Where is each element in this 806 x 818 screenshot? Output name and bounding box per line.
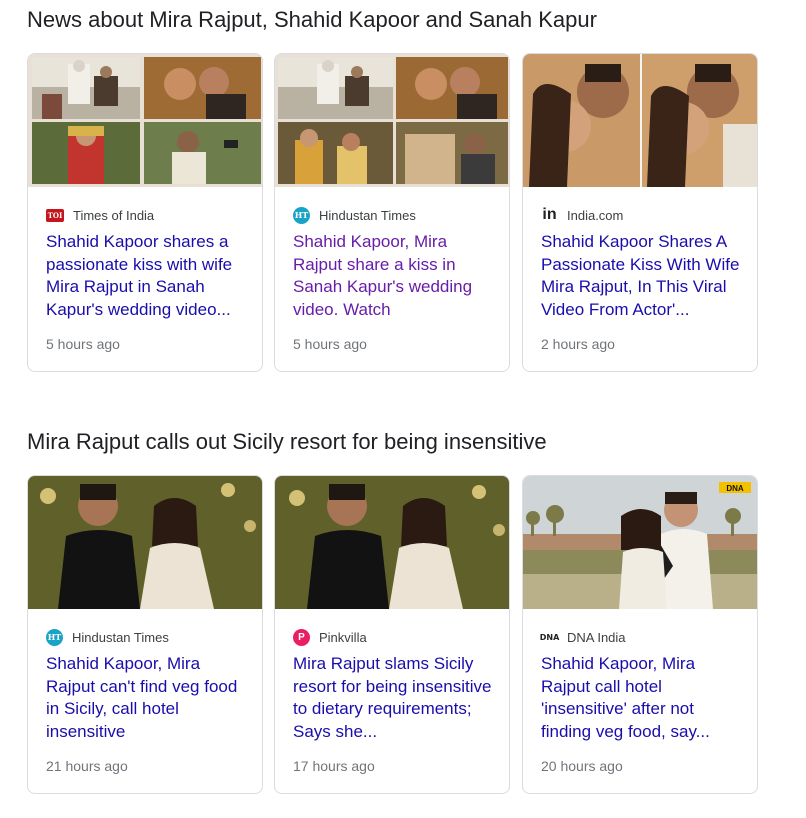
news-thumbnail [28, 476, 262, 609]
section-title: Mira Rajput calls out Sicily resort for … [27, 429, 547, 454]
news-timestamp: 17 hours ago [293, 758, 375, 774]
news-thumbnail-collage [275, 54, 509, 187]
news-timestamp: 5 hours ago [46, 336, 120, 352]
news-source: in India.com [541, 206, 623, 224]
news-source: TOI Times of India [46, 206, 154, 224]
news-headline-link[interactable]: Shahid Kapoor Shares A Passionate Kiss W… [541, 231, 747, 321]
news-headline-link[interactable]: Shahid Kapoor, Mira Rajput can't find ve… [46, 653, 252, 743]
news-headline-link[interactable]: Shahid Kapoor, Mira Rajput share a kiss … [293, 231, 499, 321]
hindustan-times-icon: HT [293, 206, 310, 224]
news-card[interactable]: HT Hindustan Times Shahid Kapoor, Mira R… [27, 475, 263, 794]
source-name: India.com [567, 207, 624, 223]
india-com-icon: in [542, 206, 557, 223]
news-timestamp: 21 hours ago [46, 758, 128, 774]
news-card[interactable]: HT Hindustan Times Shahid Kapoor, Mira R… [274, 53, 510, 372]
news-thumbnail [523, 54, 757, 187]
source-name: DNA India [567, 629, 626, 645]
section-title: News about Mira Rajput, Shahid Kapoor an… [27, 7, 597, 32]
hindustan-times-icon: HT [46, 628, 63, 646]
news-source: DNA DNA India [539, 628, 626, 646]
news-timestamp: 20 hours ago [541, 758, 623, 774]
news-source: HT Hindustan Times [293, 206, 416, 224]
news-card[interactable]: TOI Times of India Shahid Kapoor shares … [27, 53, 263, 372]
news-thumbnail [275, 476, 509, 609]
source-name: Times of India [73, 207, 155, 223]
news-card[interactable]: P Pinkvilla Mira Rajput slams Sicily res… [274, 475, 510, 794]
pinkvilla-icon: P [293, 628, 310, 646]
news-card[interactable]: DNA DNA DNA India Shahid Kapoor, Mira Ra… [522, 475, 758, 794]
news-thumbnail-collage [28, 54, 262, 187]
news-timestamp: 5 hours ago [293, 336, 367, 352]
news-timestamp: 2 hours ago [541, 336, 615, 352]
news-thumbnail: DNA [523, 476, 757, 609]
source-name: Hindustan Times [319, 207, 416, 223]
times-of-india-icon: TOI [46, 208, 64, 222]
dna-india-icon: DNA [539, 632, 560, 642]
source-name: Pinkvilla [319, 629, 367, 645]
news-source: P Pinkvilla [293, 628, 367, 646]
dna-badge-label: DNA [726, 484, 744, 493]
news-headline-link[interactable]: Shahid Kapoor, Mira Rajput call hotel 'i… [541, 653, 747, 743]
news-headline-link[interactable]: Mira Rajput slams Sicily resort for bein… [293, 653, 499, 743]
news-card[interactable]: in India.com Shahid Kapoor Shares A Pass… [522, 53, 758, 372]
source-name: Hindustan Times [72, 629, 169, 645]
news-headline-link[interactable]: Shahid Kapoor shares a passionate kiss w… [46, 231, 252, 321]
news-source: HT Hindustan Times [46, 628, 169, 646]
